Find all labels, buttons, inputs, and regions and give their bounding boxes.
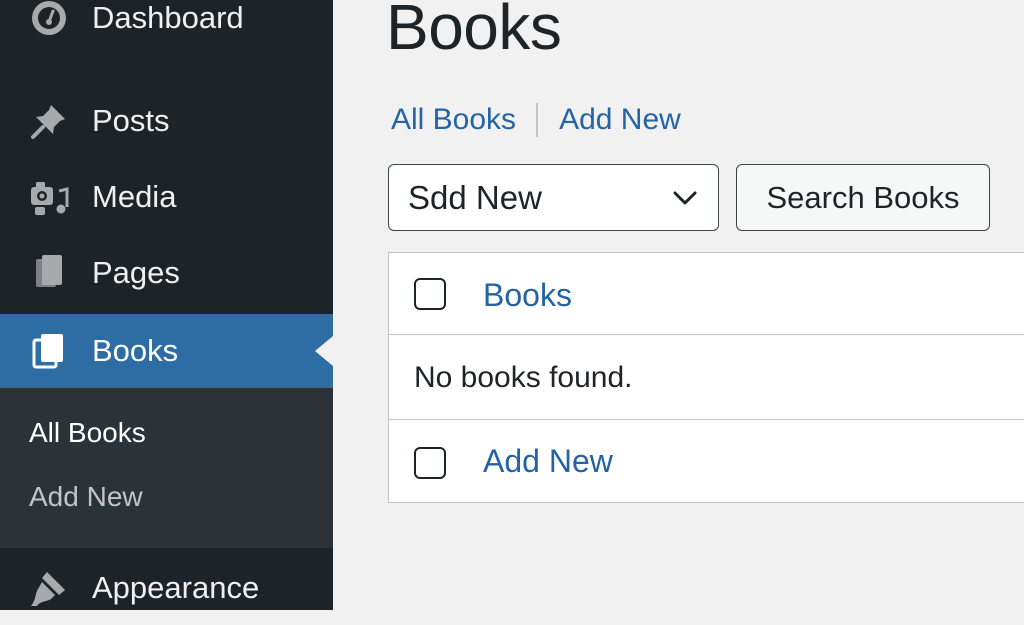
submenu-item-add-new[interactable]: Add New <box>29 481 143 513</box>
sidebar-item-label: Books <box>92 333 179 368</box>
column-header-books[interactable]: Books <box>483 277 572 314</box>
select-value: Sdd New <box>408 178 542 216</box>
sidebar-item-pages[interactable]: Pages <box>0 236 333 310</box>
paintbrush-icon <box>27 566 71 610</box>
page-title: Books <box>386 0 562 63</box>
chevron-down-icon <box>673 191 697 205</box>
sidebar-item-label: Media <box>92 179 177 214</box>
books-list-table: Books No books found. Add New <box>388 252 1024 503</box>
table-header-row: Books <box>389 253 1024 335</box>
sidebar-item-posts[interactable]: Posts <box>0 84 333 158</box>
subnav-add-new-link[interactable]: Add New <box>559 103 681 137</box>
search-books-button[interactable]: Search Books <box>736 164 990 231</box>
pushpin-icon <box>27 99 71 143</box>
table-row: No books found. <box>389 335 1024 420</box>
sidebar-item-label: Posts <box>92 103 170 138</box>
sidebar-item-books[interactable]: Books <box>0 314 333 388</box>
books-submenu: All Books Add New <box>0 388 333 548</box>
no-items-message: No books found. <box>414 361 633 394</box>
pages-icon <box>27 251 71 295</box>
subsubsub-nav: All Books Add New <box>391 101 681 139</box>
dashboard-icon <box>27 0 71 40</box>
sidebar-item-dashboard[interactable]: Dashboard <box>0 0 333 55</box>
bulk-action-select[interactable]: Sdd New <box>388 164 719 231</box>
sidebar-item-appearance[interactable]: Appearance <box>0 551 333 625</box>
submenu-item-all-books[interactable]: All Books <box>29 417 146 449</box>
table-footer-row: Add New <box>389 420 1024 502</box>
column-footer-add-new[interactable]: Add New <box>483 443 613 480</box>
subnav-all-books-link[interactable]: All Books <box>391 103 516 137</box>
subnav-separator <box>536 103 539 137</box>
book-icon <box>27 329 71 373</box>
sidebar-item-label: Dashboard <box>92 0 244 35</box>
sidebar-item-label: Pages <box>92 255 180 290</box>
sidebar-item-media[interactable]: Media <box>0 160 333 234</box>
media-icon <box>27 175 71 219</box>
sidebar-item-label: Appearance <box>92 570 260 605</box>
admin-sidebar: Dashboard Posts Media Pages Books All Bo… <box>0 0 333 610</box>
select-all-checkbox-footer[interactable] <box>414 447 446 479</box>
select-all-checkbox[interactable] <box>414 278 446 310</box>
